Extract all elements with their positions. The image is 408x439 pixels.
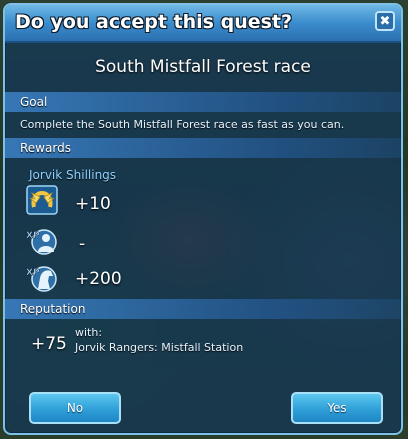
svg-text:XP: XP xyxy=(26,231,40,241)
reputation-with-label: with: xyxy=(75,326,103,339)
horseshoe-wings-icon xyxy=(26,185,58,215)
svg-text:XP: XP xyxy=(26,268,40,278)
reputation-section-bar: Reputation xyxy=(5,299,401,319)
horse-xp-reward-value: +200 xyxy=(75,269,122,289)
currency-label: Jorvik Shillings xyxy=(29,168,117,182)
close-icon: ✖ xyxy=(379,13,391,29)
reputation-value: +75 xyxy=(31,334,67,354)
rider-xp-reward-value: - xyxy=(79,234,86,254)
goal-section-bar: Goal xyxy=(5,92,401,112)
goal-text: Complete the South Mistfall Forest race … xyxy=(20,118,345,131)
rewards-header: Rewards xyxy=(20,141,71,155)
no-button[interactable]: No xyxy=(29,392,121,424)
xp-rider-icon: XP xyxy=(26,229,57,255)
reputation-faction: Jorvik Rangers: Mistfall Station xyxy=(75,341,244,354)
goal-header: Goal xyxy=(20,95,48,109)
reputation-header: Reputation xyxy=(20,302,86,316)
xp-horse-icon: XP xyxy=(26,266,57,292)
yes-button[interactable]: Yes xyxy=(291,392,383,424)
quest-dialog: Do you accept this quest? ✖ South Mistfa… xyxy=(3,3,403,435)
dialog-titlebar: Do you accept this quest? ✖ xyxy=(5,5,401,43)
rewards-section-bar: Rewards xyxy=(5,138,401,158)
quest-name: South Mistfall Forest race xyxy=(95,57,311,77)
dialog-title: Do you accept this quest? xyxy=(15,11,293,33)
close-button[interactable]: ✖ xyxy=(375,11,395,31)
shillings-reward-value: +10 xyxy=(75,194,111,214)
